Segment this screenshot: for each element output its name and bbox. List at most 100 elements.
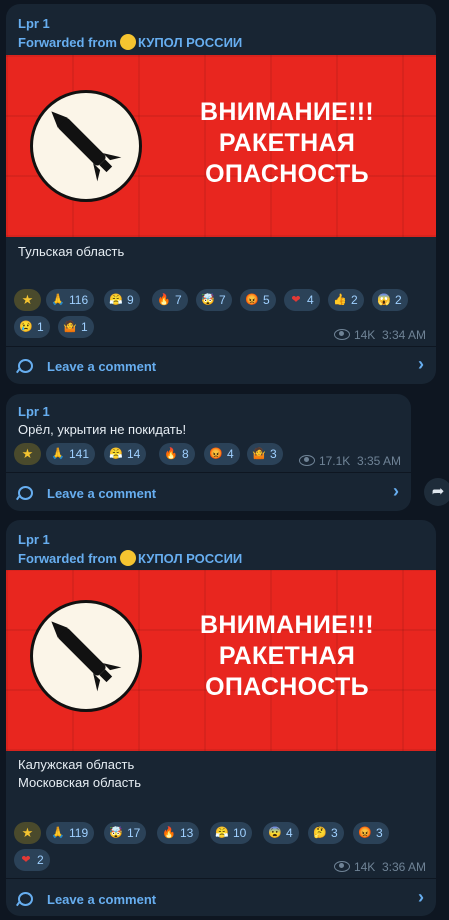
comment-label: Leave a comment <box>47 891 157 907</box>
views-count: 17.1K <box>318 454 351 468</box>
reaction-star[interactable]: ★ <box>14 289 41 311</box>
message-text: Калужская область Московская область <box>18 756 141 792</box>
pray-icon: 🙏 <box>51 448 65 460</box>
forwarded-header[interactable]: Forwarded from КУПОЛ РОССИИ <box>18 34 242 50</box>
reaction-angry-steam[interactable]: 😤 10 <box>210 822 253 844</box>
reaction-count: 119 <box>69 826 89 840</box>
message-text-line: Тульская область <box>18 244 125 259</box>
message-time: 3:36 AM <box>381 860 426 874</box>
missile-icon <box>30 90 142 202</box>
reaction-count: 14 <box>127 447 141 461</box>
views-count: 14K <box>353 328 376 342</box>
leave-comment-button[interactable]: Leave a comment <box>18 889 156 909</box>
message-text: Орёл, укрытия не покидать! <box>18 421 186 439</box>
angry-steam-icon: 😤 <box>109 294 123 306</box>
reaction-count: 2 <box>37 853 44 867</box>
forwarded-header[interactable]: Forwarded from КУПОЛ РОССИИ <box>18 550 242 566</box>
angry-face-icon: 😡 <box>358 827 372 839</box>
divider <box>6 346 436 347</box>
leave-comment-button[interactable]: Leave a comment <box>18 483 156 503</box>
message-1: Lpr 1 Forwarded from КУПОЛ РОССИИ ВНИМАНИ… <box>6 4 436 384</box>
message-meta: 17.1K 3:35 AM <box>298 454 401 468</box>
author-name[interactable]: Lpr 1 <box>18 404 50 419</box>
angry-face-icon: 😡 <box>209 448 223 460</box>
heart-icon: ❤ <box>291 294 301 306</box>
reaction-count: 13 <box>180 826 194 840</box>
pray-icon: 🙏 <box>51 294 65 306</box>
thumbs-up-icon: 👍 <box>333 294 347 306</box>
share-forward-icon[interactable]: ➦ <box>424 478 449 506</box>
alert-banner-image[interactable]: ВНИМАНИЕ!!! РАКЕТНАЯ ОПАСНОСТЬ <box>6 570 436 751</box>
reaction-angry-face[interactable]: 😡 5 <box>240 289 276 311</box>
reaction-fire[interactable]: 🔥 13 <box>157 822 200 844</box>
chevron-right-icon[interactable]: › <box>418 354 424 375</box>
message-text-line: Калужская область <box>18 757 135 772</box>
fearful-icon: 😨 <box>268 827 282 839</box>
reaction-pray[interactable]: 🙏 141 <box>46 443 96 465</box>
reaction-count: 1 <box>81 320 88 334</box>
banner-line-2: РАКЕТНАЯ <box>218 642 356 670</box>
chevron-right-icon[interactable]: › <box>393 481 399 502</box>
pray-icon: 🙏 <box>51 827 65 839</box>
views-eye-icon <box>333 861 350 872</box>
reaction-pray[interactable]: 🙏 116 <box>46 289 95 311</box>
missile-icon <box>30 600 142 712</box>
fire-icon: 🔥 <box>157 294 171 306</box>
reaction-exploding-head[interactable]: 🤯 7 <box>196 289 232 311</box>
channel-avatar-icon <box>119 550 136 566</box>
forwarded-prefix: Forwarded from <box>18 551 117 566</box>
channel-name: КУПОЛ РОССИИ <box>137 551 243 566</box>
reaction-count: 4 <box>227 447 234 461</box>
star-icon: ★ <box>21 825 34 840</box>
leave-comment-button[interactable]: Leave a comment <box>18 356 156 376</box>
reaction-count: 3 <box>270 447 277 461</box>
message-time: 3:35 AM <box>356 454 401 468</box>
author-name[interactable]: Lpr 1 <box>18 16 50 31</box>
reaction-count: 8 <box>182 447 189 461</box>
reaction-thumbs-up[interactable]: 👍 2 <box>328 289 364 311</box>
reaction-count: 17 <box>127 826 141 840</box>
reaction-fire[interactable]: 🔥 7 <box>152 289 188 311</box>
shrug-icon: 🤷 <box>252 448 266 460</box>
reaction-count: 5 <box>263 293 270 307</box>
views-eye-icon <box>298 455 315 466</box>
reaction-thinking[interactable]: 🤔 3 <box>308 822 344 844</box>
reaction-star[interactable]: ★ <box>14 443 41 465</box>
reaction-scream[interactable]: 😱 2 <box>372 289 408 311</box>
exploding-head-icon: 🤯 <box>201 294 215 306</box>
reaction-shrug[interactable]: 🤷 3 <box>247 443 283 465</box>
banner-line-2: РАКЕТНАЯ <box>218 129 356 157</box>
thinking-icon: 🤔 <box>313 827 327 839</box>
reaction-crying[interactable]: 😢 1 <box>14 316 50 338</box>
message-time: 3:34 AM <box>381 328 426 342</box>
message-meta: 14K 3:34 AM <box>333 328 426 342</box>
reaction-fearful[interactable]: 😨 4 <box>263 822 299 844</box>
reaction-fire[interactable]: 🔥 8 <box>159 443 195 465</box>
angry-steam-icon: 😤 <box>215 827 229 839</box>
reaction-pray[interactable]: 🙏 119 <box>46 822 95 844</box>
banner-line-1: ВНИМАНИЕ!!! <box>200 98 374 126</box>
chevron-right-icon[interactable]: › <box>418 887 424 908</box>
reaction-angry-face[interactable]: 😡 3 <box>353 822 389 844</box>
reaction-exploding-head[interactable]: 🤯 17 <box>104 822 147 844</box>
reaction-angry-face[interactable]: 😡 4 <box>204 443 240 465</box>
comment-bubble-icon <box>18 486 33 500</box>
reaction-angry-steam[interactable]: 😤 14 <box>104 443 147 465</box>
alert-banner-image[interactable]: ВНИМАНИЕ!!! РАКЕТНАЯ ОПАСНОСТЬ <box>6 55 436 237</box>
reaction-count: 7 <box>219 293 226 307</box>
star-icon: ★ <box>21 292 34 307</box>
reaction-count: 1 <box>37 320 44 334</box>
reaction-star[interactable]: ★ <box>14 822 41 844</box>
author-name[interactable]: Lpr 1 <box>18 532 50 547</box>
scream-icon: 😱 <box>377 294 391 306</box>
reaction-count: 141 <box>69 447 90 461</box>
reaction-shrug[interactable]: 🤷 1 <box>58 316 94 338</box>
reaction-heart[interactable]: ❤ 4 <box>284 289 320 311</box>
reaction-heart[interactable]: ❤ 2 <box>14 849 50 871</box>
message-meta: 14K 3:36 AM <box>333 860 426 874</box>
reaction-angry-steam[interactable]: 😤 9 <box>104 289 140 311</box>
channel-avatar-icon <box>119 34 136 50</box>
reaction-count: 116 <box>69 293 89 307</box>
angry-face-icon: 😡 <box>245 294 259 306</box>
exploding-head-icon: 🤯 <box>109 827 123 839</box>
